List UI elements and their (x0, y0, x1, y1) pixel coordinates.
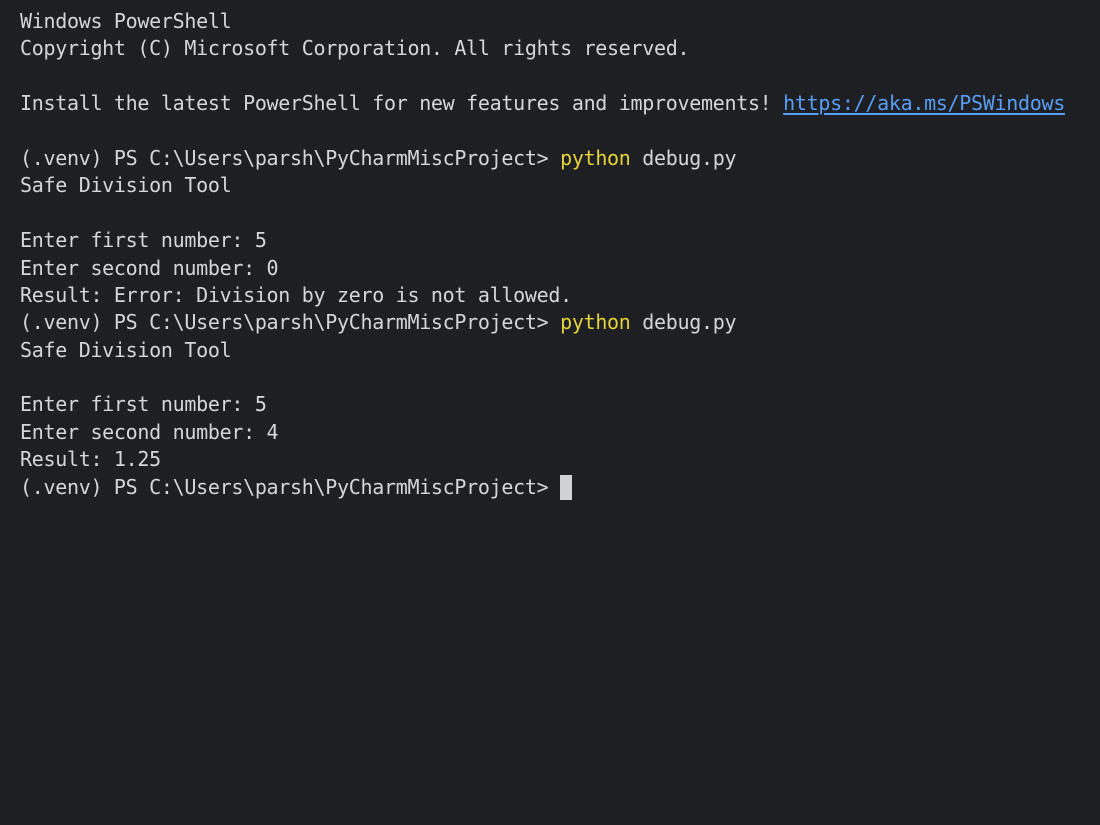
prompt-text: (.venv) PS C:\Users\parsh\PyCharmMiscPro… (20, 145, 561, 170)
prompt-text: (.venv) PS C:\Users\parsh\PyCharmMiscPro… (20, 310, 561, 335)
first-number-line: Enter first number: 5 (20, 228, 267, 253)
second-number-line: Enter second number: 4 (20, 419, 279, 444)
active-prompt-line[interactable]: (.venv) PS C:\Users\parsh\PyCharmMiscPro… (20, 474, 1100, 501)
command-text: python (560, 145, 631, 170)
command-args: debug.py (630, 145, 737, 170)
command-args: debug.py (630, 310, 737, 335)
result-line: Result: Error: Division by zero is not a… (20, 282, 572, 307)
text-cursor[interactable] (560, 474, 573, 500)
prompt-line: (.venv) PS C:\Users\parsh\PyCharmMiscPro… (20, 309, 1100, 336)
second-number-line: Enter second number: 0 (20, 255, 279, 280)
tool-title: Safe Division Tool (20, 337, 232, 362)
result-line: Result: 1.25 (20, 447, 161, 472)
install-line: Install the latest PowerShell for new fe… (20, 90, 1100, 117)
header-copyright: Copyright (C) Microsoft Corporation. All… (20, 36, 690, 61)
first-number-line: Enter first number: 5 (20, 392, 267, 417)
terminal-window[interactable]: Windows PowerShell Copyright (C) Microso… (0, 0, 1100, 825)
tool-title: Safe Division Tool (20, 173, 232, 198)
prompt-text: (.venv) PS C:\Users\parsh\PyCharmMiscPro… (20, 474, 561, 499)
prompt-line: (.venv) PS C:\Users\parsh\PyCharmMiscPro… (20, 145, 1100, 172)
install-link[interactable]: https://aka.ms/PSWindows (783, 91, 1065, 115)
install-message: Install the latest PowerShell for new fe… (20, 91, 784, 116)
command-text: python (560, 310, 631, 335)
header-title: Windows PowerShell (20, 9, 232, 33)
